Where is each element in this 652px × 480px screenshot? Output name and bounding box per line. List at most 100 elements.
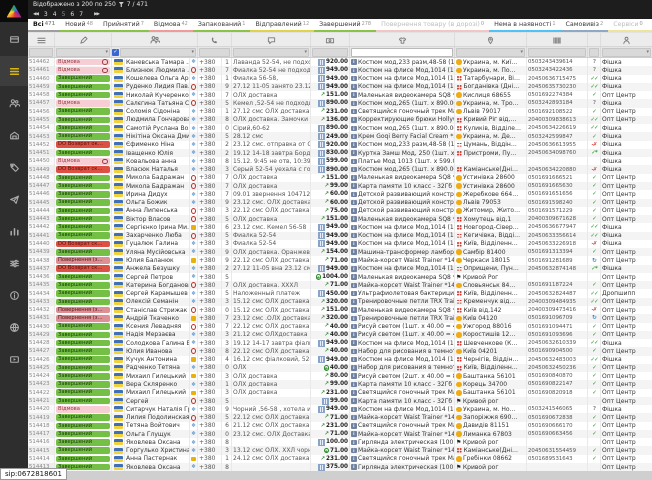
client-phone[interactable]: +380 [198,380,222,388]
table-row[interactable]: 514421 Завершений Сергей +380 5 99.00 iК… [28,397,652,405]
status-badge[interactable]: Завершений [56,348,110,355]
tracking-number[interactable]: 0501690672838 [527,413,588,421]
tracking-number[interactable]: 20450632450236 [527,364,588,372]
page-last-icon[interactable]: ▶▶ [94,12,99,17]
table-row[interactable]: 514436 Завершений Сергей Петров +380 5 1… [28,273,652,281]
table-row[interactable]: 514456 Завершений Соломія Сідоніна +380 … [28,108,652,116]
client-phone[interactable]: +380 [198,281,222,289]
filter-source-dropdown[interactable]: ▾ [602,48,651,57]
tracking-number[interactable]: 0501690820918 [527,389,588,397]
tracking-number[interactable]: 20400309671628 [527,215,588,223]
tracking-number[interactable]: 20450634220880 [527,165,588,173]
tab-Самовивіз[interactable]: Самовивіз2 [561,19,609,32]
tracking-number[interactable]: 20450636613955 [527,141,588,149]
tracking-number[interactable]: 0501691093696 [527,331,588,339]
sidebar-item-settings[interactable] [0,248,28,278]
filter-total[interactable] [312,48,348,57]
client-phone[interactable]: +380 [198,347,222,355]
status-badge[interactable]: Завершений [56,224,110,231]
client-phone[interactable]: +380 [198,215,222,223]
table-row[interactable]: 514425 Завершений Радченко Тетяна +380 0… [28,364,652,372]
table-row[interactable]: 514460 Завершений Кошелева Ольга Ар… +38… [28,75,652,83]
sidebar-item-info[interactable] [0,280,28,310]
status-badge[interactable]: Повернення (з… [56,257,110,264]
table-row[interactable]: 514443 Завершений Віктор Власов +380 5 О… [28,215,652,223]
table-row[interactable]: 514414 Завершений Анна Пастернак +380 1 … [28,455,652,463]
status-badge[interactable]: Завершений [56,216,110,223]
tracking-number[interactable]: 0501691187224 [527,281,588,289]
client-phone[interactable]: +380 [198,306,222,314]
table-row[interactable]: 514440 DO Возврат ск… Гуцалюк Галина +38… [28,240,652,248]
tracking-number[interactable] [527,438,588,446]
client-phone[interactable]: +380 [198,108,222,116]
client-phone[interactable]: +380 [198,364,222,372]
status-badge[interactable]: Повернення (з… [56,307,110,314]
tracking-number[interactable]: 20400309473416 [527,306,588,314]
tracking-number[interactable] [527,463,588,471]
table-row[interactable]: 514432 Повернення (з… Станіслав Стрижак … [28,306,652,314]
table-row[interactable]: 514427 Завершений Юлия Иванова +380 8 22… [28,347,652,355]
tracking-number[interactable]: 0503242893184 [527,99,588,107]
client-phone[interactable]: +380 [198,182,222,190]
client-phone[interactable]: +380 [198,438,222,446]
client-phone[interactable]: +380 [198,141,222,149]
status-badge[interactable]: Завершений [56,92,110,99]
table-row[interactable]: 514459 Завершений Руденко Лидия Пав… +38… [28,83,652,91]
table-row[interactable]: 514428 Завершений Солодкова Галина В… +3… [28,339,652,347]
table-row[interactable]: 514417 Завершений Ольга Глущук +380 0 23… [28,430,652,438]
tracking-number[interactable]: 0501690904500 [527,347,588,355]
tracking-number[interactable]: 20400309484935 [527,298,588,306]
table-row[interactable]: 514416 Завершений Яковлева Оксана +380 8… [28,438,652,446]
client-phone[interactable]: +380 [198,463,222,471]
tracking-number[interactable]: 0501689531643 [527,455,588,463]
status-badge[interactable]: Завершений [56,431,110,438]
client-phone[interactable]: +380 [198,240,222,248]
sidebar-item-stats[interactable] [0,216,28,246]
client-phone[interactable]: +380 [198,199,222,207]
status-badge[interactable]: Завершений [56,299,110,306]
sidebar-item-clients[interactable] [0,88,28,118]
status-badge[interactable]: Завершений [56,381,110,388]
status-badge[interactable]: Завершений [56,133,110,140]
table-row[interactable]: 514424 Завершений Михаил Гилецький +380 … [28,372,652,380]
page-number[interactable]: 5 [62,11,66,18]
status-badge[interactable]: Завершений [56,274,110,281]
tracking-number[interactable]: 20450636677947 [527,223,588,231]
status-badge[interactable]: Завершений [56,365,110,372]
status-badge[interactable]: Завершений [56,282,110,289]
column-ttn[interactable] [527,33,588,46]
table-row[interactable]: 514446 Завершений Ирина Дидух +380 7 09.… [28,190,652,198]
tracking-number[interactable]: 20450634098760 [527,149,588,157]
status-badge[interactable]: Завершений [56,183,110,190]
sidebar-item-tags[interactable] [0,152,28,182]
client-phone[interactable]: +380 [198,430,222,438]
status-badge[interactable]: Завершений [56,323,110,330]
tab-Повернення товару (в дорозі)[interactable]: Повернення товару (в дорозі)0 [376,19,489,32]
sidebar-item-send[interactable] [0,184,28,214]
tab-Запакований[interactable]: Запакований1 [193,19,251,32]
status-badge[interactable]: Відмова [56,100,110,107]
client-phone[interactable]: +380 [198,248,222,256]
status-badge[interactable]: Завершений [56,439,110,446]
client-phone[interactable]: +380 [198,223,222,231]
status-badge[interactable]: Завершений [56,108,110,115]
client-phone[interactable]: +380 [198,339,222,347]
status-badge[interactable]: Завершений [56,356,110,363]
table-row[interactable]: 514447 Завершений Микола Бадражан +380 7… [28,182,652,190]
table-row[interactable]: 514438 Повернення (з… Юлия Баланюк +380 … [28,256,652,264]
client-phone[interactable]: +380 [198,323,222,331]
status-badge[interactable]: DO Возврат ок… [56,141,110,148]
client-phone[interactable]: +380 [198,232,222,240]
table-row[interactable]: 514431 Повернення (з… Андрій Ткаченко +3… [28,314,652,322]
filter-phone[interactable] [199,48,230,57]
column-track-status[interactable] [588,33,601,46]
client-phone[interactable]: +380 [198,273,222,281]
status-badge[interactable]: Завершений [56,290,110,297]
client-phone[interactable]: +380 [198,99,222,107]
tracking-number[interactable]: 0503241546065 [527,405,588,413]
client-phone[interactable]: +380 [198,356,222,364]
tracking-number[interactable]: 0501691666521 [527,174,588,182]
tracking-number[interactable]: 20450633356614 [527,232,588,240]
tracking-number[interactable] [527,157,588,165]
tracking-number[interactable]: 0503243439614 [527,58,588,66]
